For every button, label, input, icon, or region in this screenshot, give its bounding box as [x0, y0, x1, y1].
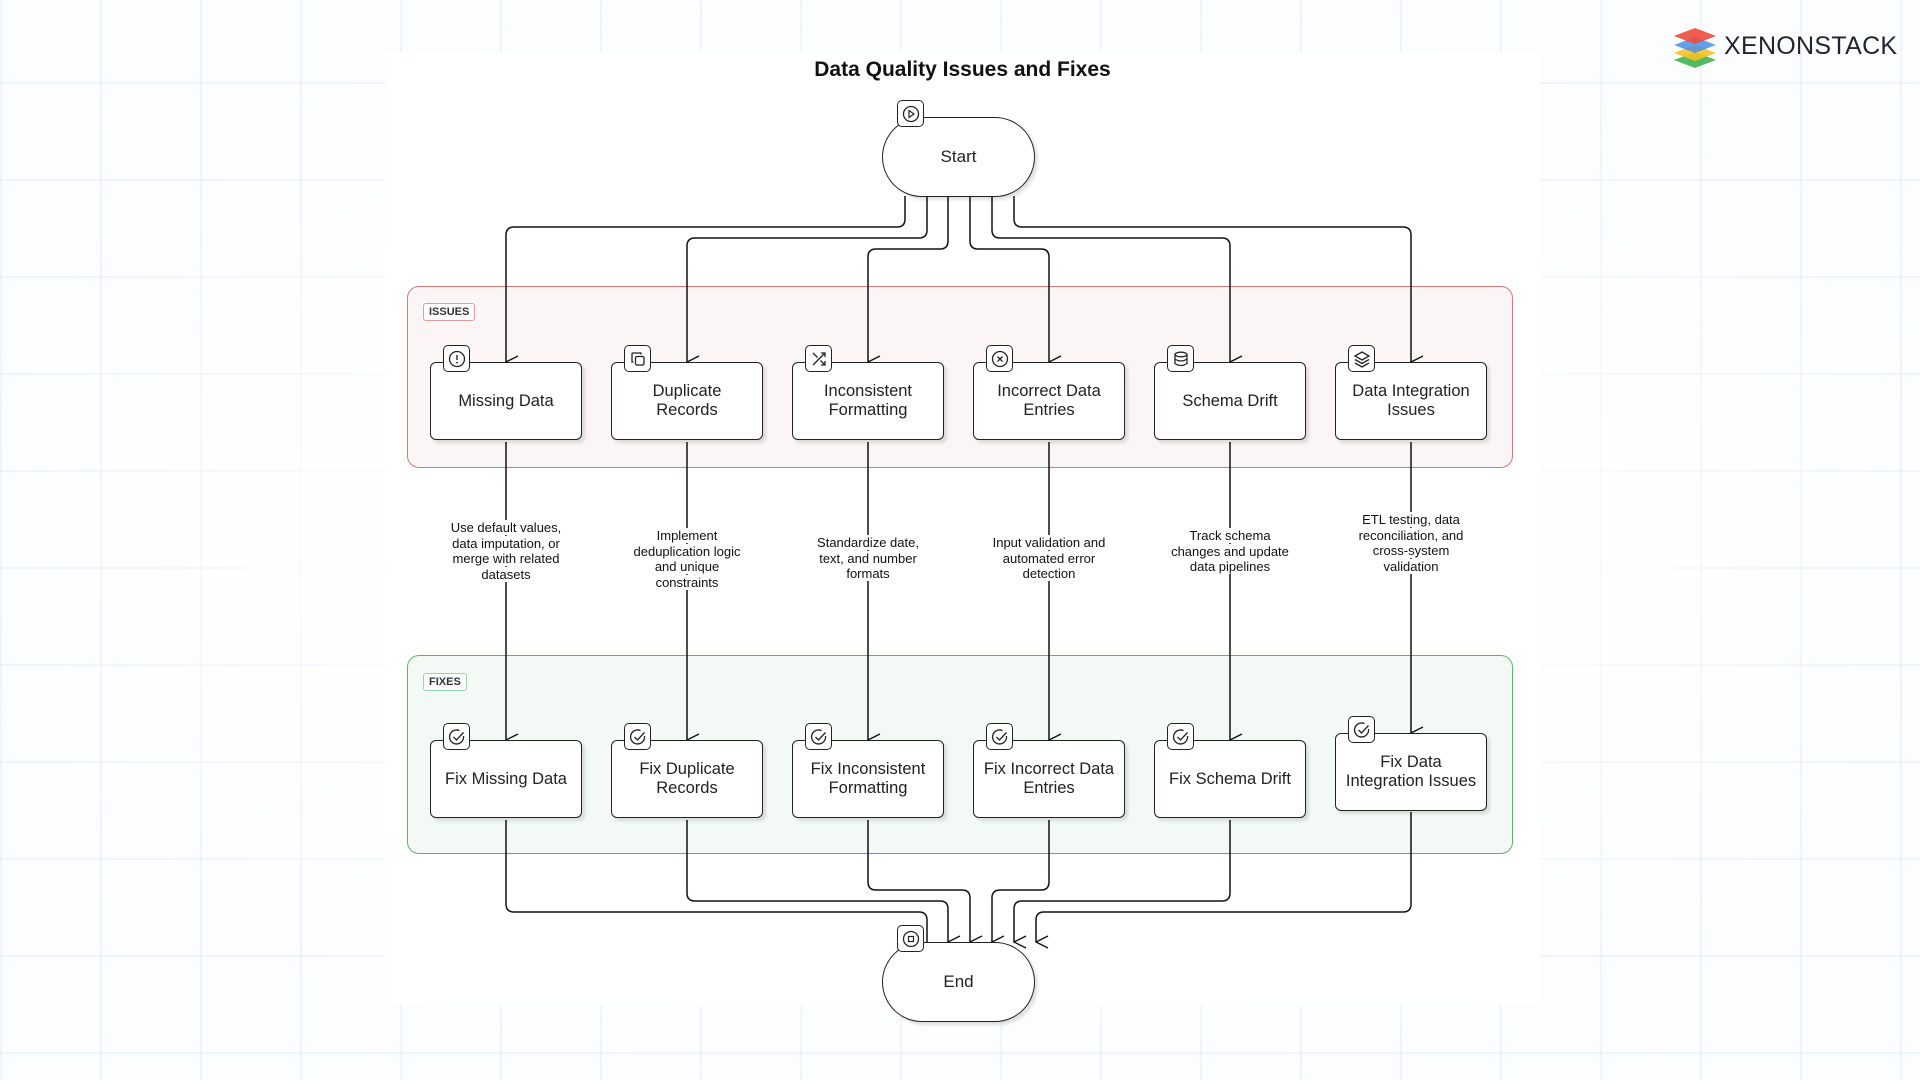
start-label: Start: [940, 147, 977, 166]
issue-node-4[interactable]: Incorrect Data Entries: [973, 362, 1125, 440]
issue-node-label: Data Integration Issues: [1352, 382, 1470, 419]
issue-node-label: Duplicate Records: [652, 382, 722, 419]
fix-node-2[interactable]: Fix Duplicate Records: [611, 740, 763, 818]
fix-node-label: Fix Duplicate Records: [639, 760, 735, 797]
layers-icon: [1348, 345, 1375, 372]
check-circle-icon: [443, 723, 470, 750]
issue-node-label: Incorrect Data Entries: [997, 382, 1101, 419]
edge-fix-to-end-2: [686, 820, 948, 942]
fix-node-label: Fix Inconsistent Formatting: [810, 760, 926, 797]
edge-start-to-issue-1: [506, 196, 906, 362]
edge-fix-to-end-6: [1036, 812, 1412, 942]
start-node[interactable]: Start: [882, 117, 1035, 197]
check-circle-icon: [624, 723, 651, 750]
issue-node-2[interactable]: Duplicate Records: [611, 362, 763, 440]
edge-start-to-issue-4: [969, 196, 1049, 362]
check-circle-icon: [805, 723, 832, 750]
fix-edge-label-6: ETL testing, data reconciliation, and cr…: [1358, 512, 1464, 574]
end-node[interactable]: End: [882, 942, 1035, 1022]
issue-node-1[interactable]: Missing Data: [430, 362, 582, 440]
issue-node-label: Schema Drift: [1182, 391, 1278, 410]
fix-node-label: Fix Data Integration Issues: [1345, 753, 1477, 790]
fix-node-3[interactable]: Fix Inconsistent Formatting: [792, 740, 944, 818]
edge-start-to-issue-3: [868, 196, 949, 362]
fix-node-label: Fix Incorrect Data Entries: [983, 760, 1115, 797]
issue-node-3[interactable]: Inconsistent Formatting: [792, 362, 944, 440]
x-circle-icon: [986, 345, 1013, 372]
check-circle-icon: [1167, 723, 1194, 750]
edge-start-to-issue-5: [991, 196, 1230, 362]
fix-node-label: Fix Missing Data: [445, 769, 567, 788]
fix-node-label: Fix Schema Drift: [1169, 769, 1291, 788]
issue-node-6[interactable]: Data Integration Issues: [1335, 362, 1487, 440]
fix-node-4[interactable]: Fix Incorrect Data Entries: [973, 740, 1125, 818]
fix-edge-label-2: Implement deduplication logic and unique…: [633, 528, 741, 590]
copy-icon: [624, 345, 651, 372]
edge-fix-to-end-3: [867, 820, 970, 942]
fix-edge-label-3: Standardize date, text, and number forma…: [817, 535, 919, 581]
check-circle-icon: [1348, 716, 1375, 743]
edge-start-to-issue-2: [687, 196, 928, 362]
edge-fix-to-end-4: [992, 820, 1050, 942]
shuffle-icon: [805, 345, 832, 372]
alert-circle-icon: [443, 345, 470, 372]
fix-edge-label-4: Input validation and automated error det…: [992, 535, 1106, 581]
issue-node-label: Inconsistent Formatting: [823, 382, 913, 419]
fix-edge-label-5: Track schema changes and update data pip…: [1171, 528, 1289, 574]
fix-edge-label-1: Use default values, data imputation, or …: [450, 520, 562, 582]
issue-node-label: Missing Data: [458, 391, 554, 410]
end-label: End: [943, 972, 974, 991]
fix-node-1[interactable]: Fix Missing Data: [430, 740, 582, 818]
edge-fix-to-end-1: [505, 820, 928, 942]
edge-start-to-issue-6: [1013, 196, 1411, 362]
database-icon: [1167, 345, 1194, 372]
fix-node-6[interactable]: Fix Data Integration Issues: [1335, 733, 1487, 811]
edge-fix-to-end-5: [1014, 820, 1231, 942]
check-circle-icon: [986, 723, 1013, 750]
fix-node-5[interactable]: Fix Schema Drift: [1154, 740, 1306, 818]
play-circle-icon: [897, 100, 924, 127]
issue-node-5[interactable]: Schema Drift: [1154, 362, 1306, 440]
stop-circle-icon: [897, 925, 924, 952]
